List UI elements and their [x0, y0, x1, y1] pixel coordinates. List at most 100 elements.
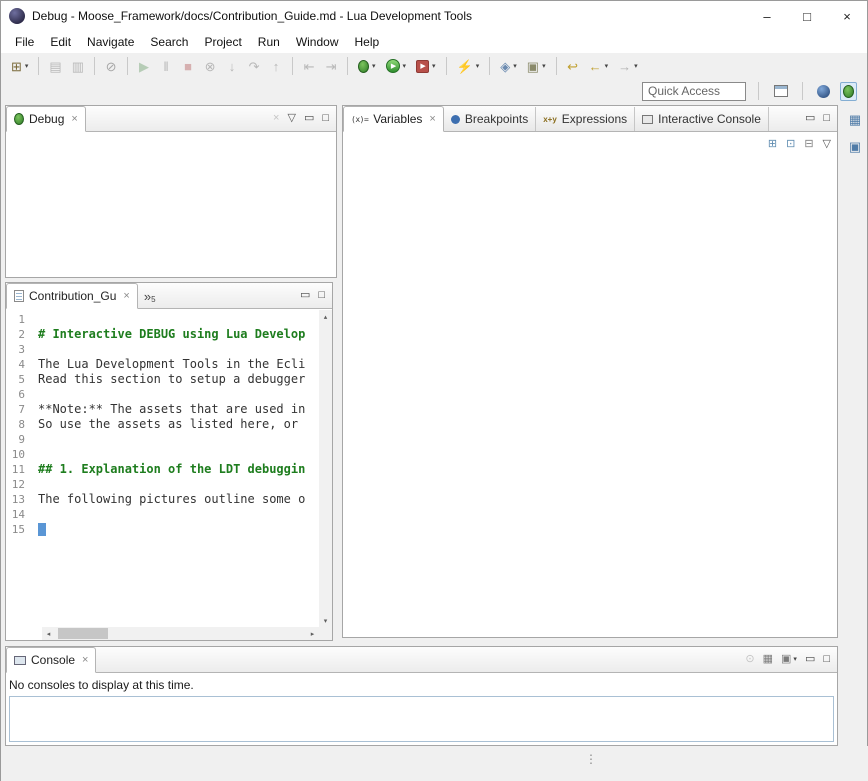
- tab-variables[interactable]: (x)=Variables×: [343, 106, 444, 132]
- minimize-button[interactable]: ▭: [805, 113, 815, 124]
- tab-debug[interactable]: Debug ×: [6, 106, 86, 132]
- step-into-button[interactable]: ↓: [222, 55, 242, 77]
- save-icon: ▤: [49, 60, 61, 73]
- lua-perspective-button[interactable]: [814, 82, 833, 101]
- code-line: 14: [6, 507, 319, 522]
- minimize-button[interactable]: ▭: [300, 290, 310, 301]
- skip-all-breakpoints-button[interactable]: ⊘: [101, 55, 121, 77]
- menu-file[interactable]: File: [7, 31, 42, 53]
- step-return-button[interactable]: ↑: [266, 55, 286, 77]
- vertical-scrollbar[interactable]: ▴ ▾: [319, 310, 332, 627]
- suspend-button[interactable]: ‖: [156, 55, 176, 77]
- scroll-up-icon[interactable]: ▴: [319, 310, 332, 323]
- tab-expressions[interactable]: x+yExpressions: [536, 107, 635, 131]
- tab-console[interactable]: Console ×: [6, 647, 96, 673]
- tab-interactive-console[interactable]: Interactive Console: [635, 107, 769, 131]
- menu-search[interactable]: Search: [142, 31, 196, 53]
- forward-icon: →: [618, 60, 631, 73]
- perspective-buttons: [771, 82, 857, 101]
- close-button[interactable]: ×: [827, 1, 867, 31]
- minimize-button[interactable]: ▭: [805, 654, 815, 665]
- minimized-view-button-2[interactable]: ▣: [849, 140, 861, 153]
- maximize-button[interactable]: □: [823, 113, 830, 124]
- minimize-icon: ▭: [805, 113, 815, 124]
- view-menu-button[interactable]: ▽: [287, 113, 295, 124]
- pin-console-button[interactable]: ⊙: [745, 654, 754, 665]
- scroll-down-icon[interactable]: ▾: [319, 614, 332, 627]
- minimized-view-button-1[interactable]: ▦: [849, 113, 861, 126]
- close-icon[interactable]: ×: [71, 114, 77, 125]
- quick-access-input[interactable]: Quick Access: [642, 82, 746, 101]
- menu-edit[interactable]: Edit: [42, 31, 79, 53]
- close-icon[interactable]: ×: [82, 655, 88, 666]
- maximize-button[interactable]: □: [322, 113, 329, 124]
- step-into-icon: ↓: [229, 60, 236, 73]
- terminate-button[interactable]: ■: [178, 55, 198, 77]
- new-button[interactable]: ⊞▾: [7, 55, 32, 77]
- tab-breakpoints[interactable]: Breakpoints: [444, 107, 536, 131]
- line-number: 8: [6, 417, 34, 432]
- view-menu-button[interactable]: ▽: [823, 139, 831, 150]
- debug-perspective-button[interactable]: [840, 82, 857, 101]
- open-connection-button[interactable]: ⚡▾: [453, 55, 484, 77]
- new-wizard-button[interactable]: ◈▾: [496, 55, 521, 77]
- more-editors-button[interactable]: » 5: [138, 284, 162, 308]
- save-button[interactable]: ▤: [45, 55, 65, 77]
- close-icon[interactable]: ×: [123, 291, 129, 302]
- dropdown-arrow-icon: ▾: [634, 62, 638, 70]
- minimize-button[interactable]: –: [747, 1, 787, 31]
- resume-button[interactable]: ▶: [134, 55, 154, 77]
- document-icon: [14, 290, 24, 302]
- close-icon[interactable]: ×: [429, 114, 435, 125]
- show-logical-structures-button[interactable]: ⊡: [786, 139, 795, 150]
- line-text: [34, 312, 38, 327]
- open-perspective-button[interactable]: [771, 82, 791, 100]
- scrollbar-thumb[interactable]: [58, 628, 108, 639]
- back-button[interactable]: ←▾: [585, 55, 613, 77]
- toolbar-separator: [127, 57, 128, 75]
- console-body: No consoles to display at this time.: [6, 674, 837, 745]
- drop-to-frame-button[interactable]: ⇤: [299, 55, 319, 77]
- menu-help[interactable]: Help: [347, 31, 388, 53]
- disconnect-button[interactable]: ⊗: [200, 55, 220, 77]
- minimize-icon: ▭: [304, 113, 314, 124]
- forward-button[interactable]: →▾: [614, 55, 642, 77]
- external-tools-button[interactable]: ▾: [412, 55, 440, 77]
- step-over-button[interactable]: ↷: [244, 55, 264, 77]
- toolbar-separator: [292, 57, 293, 75]
- menu-run[interactable]: Run: [250, 31, 288, 53]
- toolbar-separator: [802, 82, 803, 100]
- run-button[interactable]: ▾: [382, 55, 411, 77]
- menu-project[interactable]: Project: [196, 31, 249, 53]
- minimize-button[interactable]: ▭: [304, 113, 314, 124]
- tab-contribution-guide[interactable]: Contribution_Gu ×: [6, 283, 138, 309]
- resize-handle[interactable]: ⋮: [585, 752, 597, 766]
- editor-panel: Contribution_Gu × » 5 ▭ □ 12# Interactiv…: [5, 282, 333, 641]
- collapse-all-button[interactable]: ⊟: [804, 139, 813, 150]
- horizontal-scrollbar[interactable]: ◂ ▸: [42, 627, 319, 640]
- maximize-button[interactable]: □: [318, 290, 325, 301]
- scroll-right-icon[interactable]: ▸: [306, 627, 319, 640]
- maximize-button[interactable]: □: [823, 654, 830, 665]
- open-element-button[interactable]: ▣▾: [523, 55, 550, 77]
- use-step-filters-button[interactable]: ⇥: [321, 55, 341, 77]
- line-text: [34, 432, 38, 447]
- text-editor-area[interactable]: 12# Interactive DEBUG using Lua Develop3…: [6, 312, 319, 627]
- last-edit-location-button[interactable]: ↩: [563, 55, 583, 77]
- open-console-button[interactable]: ▣▾: [781, 654, 797, 665]
- maximize-button[interactable]: □: [787, 1, 827, 31]
- save-all-button[interactable]: ▥: [68, 55, 88, 77]
- menu-navigate[interactable]: Navigate: [79, 31, 142, 53]
- line-text: The Lua Development Tools in the Ecli: [34, 357, 305, 372]
- code-line: 2# Interactive DEBUG using Lua Develop: [6, 327, 319, 342]
- show-type-names-button[interactable]: ⊞: [768, 139, 777, 150]
- display-selected-console-button[interactable]: ▦: [763, 654, 773, 665]
- menu-window[interactable]: Window: [288, 31, 347, 53]
- skip-all-breakpoints-icon: ⊘: [106, 60, 117, 73]
- debug-button[interactable]: ▾: [354, 55, 380, 77]
- view-menu-icon: ▽: [287, 113, 295, 124]
- use-step-filters-icon: ⇥: [326, 60, 337, 73]
- code-line: 15: [6, 522, 319, 537]
- remove-all-terminated-button[interactable]: ×: [273, 113, 279, 124]
- scroll-left-icon[interactable]: ◂: [42, 627, 55, 640]
